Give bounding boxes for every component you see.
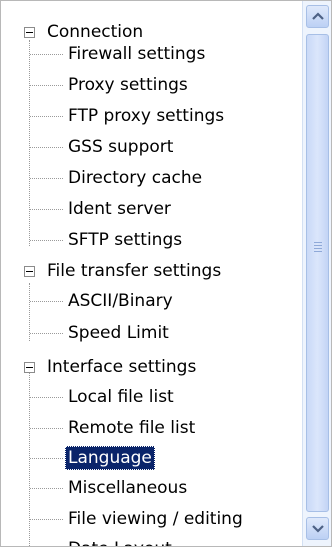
tree-node-label[interactable]: FTP proxy settings: [65, 104, 227, 128]
tree-node-proxy-settings[interactable]: Proxy settings: [1, 70, 301, 100]
tree-node-miscellaneous[interactable]: Miscellaneous: [1, 473, 301, 503]
tree-node-interface-settings[interactable]: Interface settings: [1, 352, 301, 382]
tree-node-local-file-list[interactable]: Local file list: [1, 382, 301, 412]
tree-node-label[interactable]: Firewall settings: [65, 42, 208, 66]
tree-node-file-transfer-settings[interactable]: File transfer settings: [1, 256, 301, 286]
settings-tree-panel: Connection Firewall settings Proxy setti…: [0, 0, 332, 547]
collapse-icon[interactable]: [24, 362, 35, 373]
tree-node-speed-limit[interactable]: Speed Limit: [1, 318, 301, 348]
tree-node-label-selected[interactable]: Language: [65, 446, 155, 470]
tree-node-label[interactable]: Proxy settings: [65, 73, 191, 97]
tree-node-label[interactable]: GSS support: [65, 135, 176, 159]
tree-node-label[interactable]: Remote file list: [65, 416, 198, 440]
grip-icon: [314, 242, 322, 243]
tree-node-sftp-settings[interactable]: SFTP settings: [1, 225, 301, 255]
vertical-scrollbar[interactable]: [302, 1, 331, 546]
grip-icon: [314, 251, 322, 252]
tree-node-label[interactable]: File transfer settings: [44, 259, 224, 283]
tree-node-label[interactable]: Interface settings: [44, 355, 199, 379]
tree-node-label[interactable]: Miscellaneous: [65, 476, 190, 500]
tree-node-file-viewing-editing[interactable]: File viewing / editing: [1, 504, 301, 534]
tree-node-directory-cache[interactable]: Directory cache: [1, 163, 301, 193]
collapse-icon[interactable]: [24, 266, 35, 277]
tree-node-label[interactable]: Ident server: [65, 197, 174, 221]
tree-node-label[interactable]: Local file list: [65, 385, 177, 409]
tree-node-remote-file-list[interactable]: Remote file list: [1, 413, 301, 443]
tree-node-label[interactable]: ASCII/Binary: [65, 289, 176, 313]
scroll-up-arrow-icon[interactable]: [306, 5, 329, 28]
tree-node-label[interactable]: SFTP settings: [65, 228, 185, 252]
tree-node-date-layout[interactable]: Date Layout: [1, 534, 301, 546]
tree-node-label[interactable]: Directory cache: [65, 166, 205, 190]
tree-node-ftp-proxy-settings[interactable]: FTP proxy settings: [1, 101, 301, 131]
tree-node-ascii-binary[interactable]: ASCII/Binary: [1, 286, 301, 316]
tree-node-label[interactable]: Speed Limit: [65, 321, 172, 345]
tree-node-ident-server[interactable]: Ident server: [1, 194, 301, 224]
grip-icon: [314, 245, 322, 246]
scroll-thumb[interactable]: [306, 34, 329, 512]
tree-node-label[interactable]: File viewing / editing: [65, 507, 246, 531]
tree-node-label[interactable]: Date Layout: [65, 537, 175, 546]
tree-node-language[interactable]: Language: [1, 443, 301, 473]
collapse-icon[interactable]: [24, 27, 35, 38]
grip-icon: [314, 248, 322, 249]
settings-tree: Connection Firewall settings Proxy setti…: [1, 1, 301, 546]
tree-node-gss-support[interactable]: GSS support: [1, 132, 301, 162]
tree-node-firewall-settings[interactable]: Firewall settings: [1, 39, 301, 69]
scroll-down-arrow-icon[interactable]: [306, 517, 329, 540]
